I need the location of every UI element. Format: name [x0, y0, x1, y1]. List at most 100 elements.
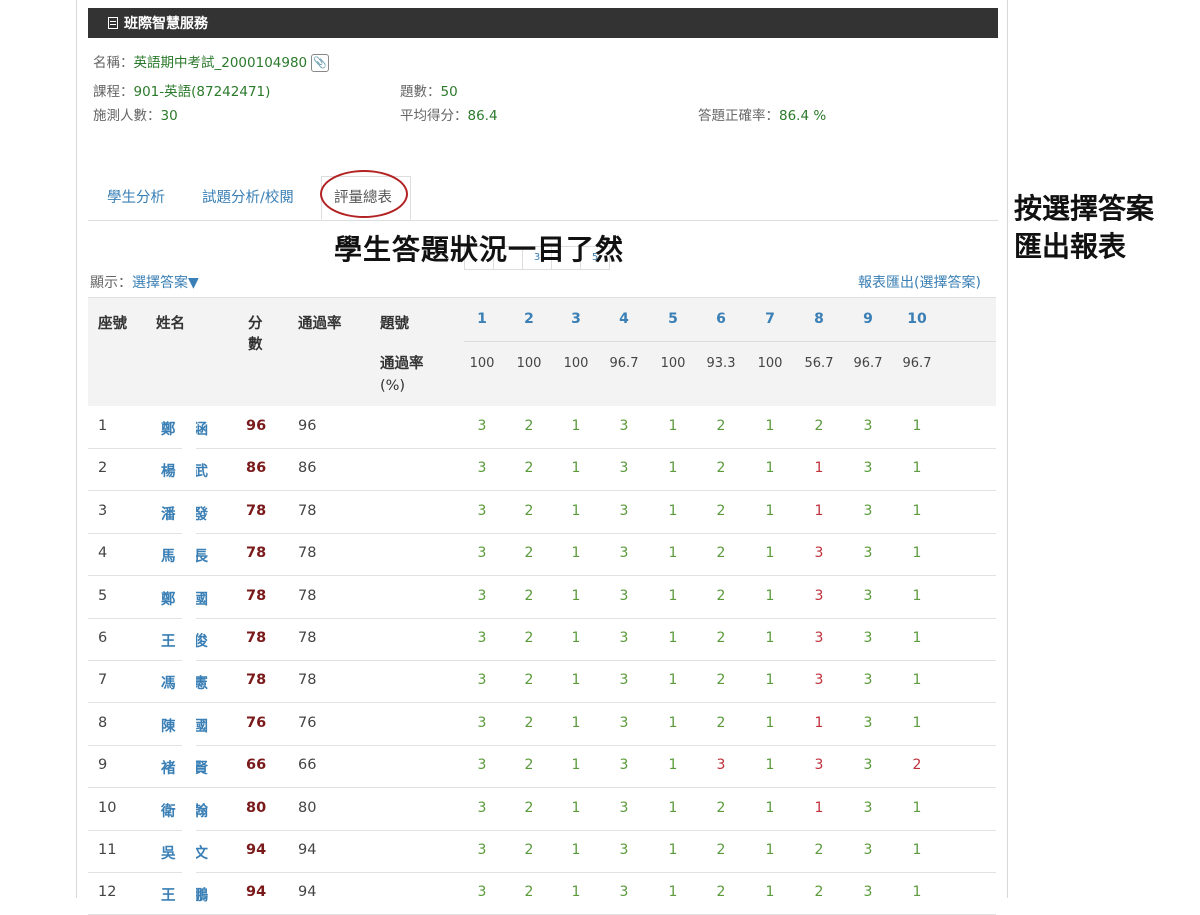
table-row: 1鄭涵96963213121231 [88, 406, 996, 449]
question-pass-rate: 100 [757, 356, 783, 371]
answer-cell: 2 [524, 418, 534, 434]
student-score: 80 [246, 799, 267, 816]
answer-cell: 1 [912, 714, 922, 731]
answer-cell: 3 [863, 545, 873, 562]
student-score: 94 [246, 842, 267, 858]
exam-name-label: 名稱： [93, 55, 134, 71]
seat-number: 4 [98, 545, 108, 562]
answer-cell: 3 [477, 672, 487, 689]
answer-cell: 2 [716, 502, 726, 519]
answer-cell: 1 [912, 587, 922, 604]
answer-cell: 1 [668, 714, 678, 731]
answer-cell: 1 [765, 714, 775, 731]
seat-number: 9 [98, 757, 108, 774]
header-divider [464, 341, 996, 342]
answer-cell: 2 [524, 714, 534, 731]
accuracy-label: 答題正確率： [698, 108, 779, 124]
answer-cell: 2 [912, 757, 922, 774]
answer-cell: 2 [716, 799, 726, 816]
answer-cell: 1 [668, 799, 678, 816]
answer-cell: 1 [571, 842, 581, 858]
student-score: 96 [246, 418, 267, 434]
name-mask [182, 448, 196, 491]
question-number-link[interactable]: 7 [755, 311, 785, 327]
answer-cell: 2 [524, 672, 534, 689]
question-number-link[interactable]: 6 [706, 311, 736, 327]
annotation-caption: 學生答題狀況一目了然 [334, 233, 625, 266]
tester-count-row: 施測人數：30 [93, 104, 178, 124]
answer-cell: 3 [863, 714, 873, 731]
question-number-link[interactable]: 1 [467, 311, 497, 327]
answer-cell: 3 [477, 714, 487, 731]
header-rate-pct-line: (%) [380, 378, 406, 394]
table-row: 8陳國76763213121131 [88, 702, 996, 746]
page-border-left [76, 0, 77, 898]
seat-number: 3 [98, 502, 108, 519]
answer-cell: 3 [863, 460, 873, 477]
answer-cell: 2 [716, 460, 726, 477]
export-report-link[interactable]: 報表匯出(選擇答案) [858, 272, 981, 292]
student-pass-rate: 66 [298, 757, 317, 774]
answer-cell: 1 [668, 587, 678, 604]
answer-cell: 1 [765, 842, 775, 858]
question-number-link[interactable]: 3 [561, 311, 591, 327]
answer-cell: 3 [619, 842, 629, 858]
answer-cell: 3 [814, 587, 824, 604]
table-row: 3潘發78783213121131 [88, 490, 996, 534]
answer-cell: 2 [524, 545, 534, 562]
accuracy-row: 答題正確率：86.4 % [698, 104, 826, 124]
question-number-link[interactable]: 9 [853, 311, 883, 327]
display-filter: 顯示：選擇答案▼ [90, 272, 199, 292]
answer-cell: 1 [814, 502, 824, 519]
table-row: 6王俊78783213121331 [88, 618, 996, 661]
question-number-link[interactable]: 5 [658, 311, 688, 327]
answer-cell: 2 [716, 418, 726, 434]
answer-cell: 1 [668, 502, 678, 519]
name-mask [182, 745, 196, 788]
page-border-right [1007, 0, 1008, 898]
header-seat: 座號 [98, 316, 127, 332]
question-pass-rate: 100 [660, 356, 686, 371]
answer-cell: 2 [524, 502, 534, 519]
question-number-link[interactable]: 10 [902, 311, 932, 327]
answer-cell: 3 [477, 587, 487, 604]
answer-cell: 3 [619, 460, 629, 477]
answer-cell: 3 [477, 757, 487, 774]
answer-cell: 1 [912, 460, 922, 477]
name-mask [182, 660, 196, 703]
answer-cell: 3 [814, 672, 824, 689]
paperclip-icon[interactable]: 📎 [311, 54, 330, 72]
student-score: 76 [246, 714, 267, 731]
display-dropdown[interactable]: 選擇答案▼ [132, 275, 199, 291]
name-mask [182, 618, 196, 660]
answer-cell: 1 [668, 757, 678, 774]
answer-cell: 2 [716, 545, 726, 562]
answer-cell: 1 [912, 418, 922, 434]
answer-cell: 1 [912, 672, 922, 689]
answer-cell: 1 [912, 502, 922, 519]
answer-cell: 1 [912, 545, 922, 562]
question-number-link[interactable]: 4 [609, 311, 639, 327]
seat-number: 2 [98, 460, 108, 477]
answer-cell: 1 [765, 418, 775, 434]
question-pass-rate: 96.7 [902, 356, 932, 371]
answer-cell: 3 [863, 757, 873, 774]
answer-cell: 1 [765, 630, 775, 646]
answer-cell: 1 [668, 460, 678, 477]
answer-cell: 3 [477, 460, 487, 477]
seat-number: 11 [98, 842, 117, 858]
question-number-link[interactable]: 8 [804, 311, 834, 327]
answer-cell: 2 [716, 672, 726, 689]
tab-student-analysis[interactable]: 學生分析 [107, 186, 165, 207]
table-header: 座號 姓名 分 數 通過率 題號 通過率 (%) 1 100 2 100 3 100 4 96… [88, 297, 996, 406]
table-row: 5鄭國78783213121331 [88, 575, 996, 619]
student-pass-rate: 80 [298, 799, 317, 816]
answer-cell: 3 [619, 545, 629, 562]
average-score-label: 平均得分： [400, 108, 468, 124]
answer-cell: 3 [619, 418, 629, 434]
seat-number: 6 [98, 630, 108, 646]
question-number-link[interactable]: 2 [514, 311, 544, 327]
table-row: 2楊武86863213121131 [88, 448, 996, 492]
answer-cell: 1 [571, 418, 581, 434]
tab-item-analysis[interactable]: 試題分析/校閱 [202, 186, 294, 207]
